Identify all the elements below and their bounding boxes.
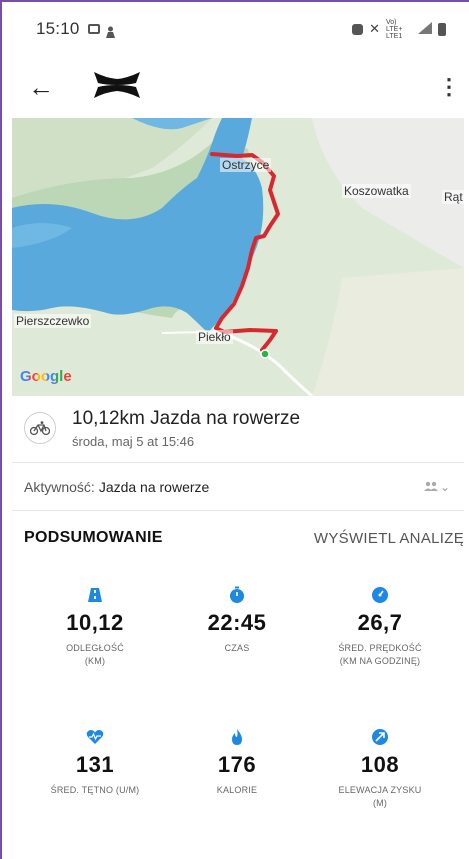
map-place-pieklo: Piekło	[196, 330, 233, 344]
activity-type-label: Aktywność:	[24, 479, 95, 495]
mute-icon: ✕	[369, 21, 380, 36]
flame-icon	[232, 729, 242, 745]
road-icon	[88, 588, 102, 602]
stat-value: 22:45	[207, 610, 267, 635]
activity-type-value: Jazda na rowerze	[98, 479, 210, 495]
frame-left-border	[0, 0, 2, 859]
stat-value: 10,12	[66, 610, 124, 635]
route-map[interactable]: Ostrzyce Koszowatka Rąt Pierszczewko Pie…	[12, 118, 464, 396]
stat-label: ELEWACJA ZYSKU (M)	[338, 785, 422, 808]
heart-icon	[86, 730, 104, 744]
stat-calories: 176 KALORIE	[162, 728, 312, 797]
battery-icon	[438, 22, 446, 36]
status-bar: 15:10 ✕ Vo) LTE+ LTE1	[12, 0, 464, 58]
stat-label: ŚRED. PRĘDKOŚĆ (KM NA GODZINĘ)	[338, 643, 422, 666]
stat-distance: 10,12 ODLEGŁOŚĆ (KM)	[20, 586, 170, 668]
back-arrow-icon[interactable]: ←	[28, 72, 58, 103]
app-bar: ← ⋮	[12, 58, 464, 116]
summary-title: PODSUMOWANIE	[24, 529, 163, 546]
divider	[12, 462, 464, 463]
chevron-down-icon: ⌄	[439, 480, 450, 494]
elevation-icon	[372, 729, 388, 745]
activity-header: 10,12km Jazda na rowerze środa, maj 5 at…	[12, 396, 464, 460]
stat-value: 108	[360, 752, 400, 777]
people-icon	[423, 480, 438, 494]
privacy-selector[interactable]: ⌄	[423, 480, 450, 494]
stat-label: CZAS	[224, 643, 250, 653]
bicycle-icon	[24, 412, 56, 444]
network-label: Vo) LTE+ LTE1	[386, 18, 403, 40]
view-analysis-link[interactable]: WYŚWIETL ANALIZĘ	[314, 530, 464, 547]
under-armour-logo	[92, 70, 142, 105]
stat-elevation-gain: 108 ELEWACJA ZYSKU (M)	[305, 728, 455, 810]
google-attribution: Google	[20, 368, 72, 385]
person-notification-icon	[105, 23, 115, 38]
signal-icon	[418, 21, 432, 37]
map-place-rat: Rąt	[442, 190, 464, 204]
map-place-pierszczewko: Pierszczewko	[14, 314, 92, 328]
status-notification-icons	[87, 23, 115, 38]
stat-value: 131	[75, 752, 115, 777]
alarm-icon	[352, 23, 364, 35]
stat-value: 176	[217, 752, 257, 777]
status-system-icons: ✕ Vo) LTE+ LTE1	[352, 19, 446, 40]
status-time: 15:10	[36, 19, 80, 38]
stopwatch-icon	[230, 586, 244, 603]
gallery-notification-icon	[87, 24, 100, 34]
map-place-koszowatka: Koszowatka	[342, 184, 411, 198]
divider	[12, 510, 464, 511]
stat-label: ŚRED. TĘTNO (U/M)	[50, 785, 140, 795]
map-place-ostrzyce: Ostrzyce	[220, 158, 272, 172]
stat-label: ODLEGŁOŚĆ (KM)	[66, 643, 124, 666]
speedometer-icon	[372, 587, 388, 603]
overflow-menu-icon[interactable]: ⋮	[438, 74, 460, 100]
summary-header: PODSUMOWANIE WYŚWIETL ANALIZĘ	[12, 518, 464, 558]
activity-title: 10,12km Jazda na rowerze	[72, 407, 301, 429]
activity-date: środa, maj 5 at 15:46	[72, 433, 195, 449]
activity-type-row: Aktywność: Jazda na rowerze ⌄	[12, 470, 464, 504]
stat-label: KALORIE	[216, 785, 258, 795]
stat-time: 22:45 CZAS	[162, 586, 312, 655]
stat-value: 26,7	[357, 610, 403, 635]
stat-avg-heart-rate: 131 ŚRED. TĘTNO (U/M)	[20, 728, 170, 797]
stat-avg-speed: 26,7 ŚRED. PRĘDKOŚĆ (KM NA GODZINĘ)	[305, 586, 455, 668]
